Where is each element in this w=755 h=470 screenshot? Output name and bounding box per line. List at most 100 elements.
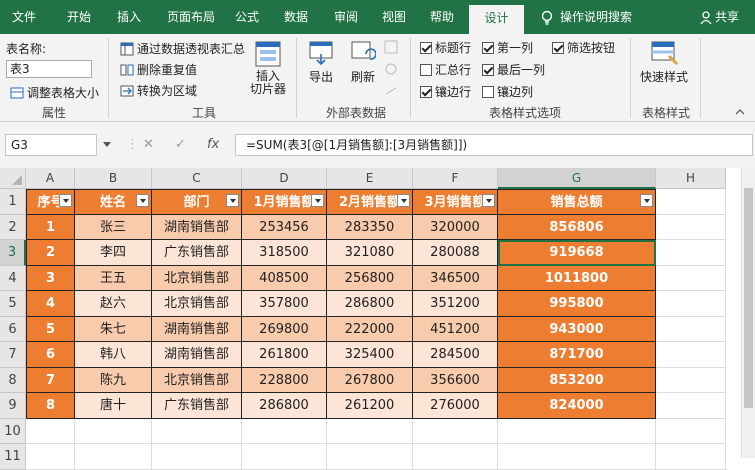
header-row-checkbox[interactable]: 标题行 <box>420 39 471 56</box>
convert-to-range-button[interactable]: 转换为区域 <box>120 82 197 99</box>
row-header-4[interactable]: 4 <box>0 265 26 291</box>
empty-cell[interactable] <box>656 214 726 240</box>
table-cell[interactable]: 356600 <box>413 367 498 393</box>
column-header-h[interactable]: H <box>656 168 726 189</box>
empty-cell[interactable] <box>152 418 242 444</box>
table-cell[interactable]: 张三 <box>75 214 152 240</box>
table-cell[interactable]: 4 <box>26 291 75 317</box>
table-header-cell[interactable]: 3月销售额 <box>413 189 498 215</box>
tab-page-layout[interactable]: 页面布局 <box>158 0 224 34</box>
row-header-3[interactable]: 3 <box>0 240 26 266</box>
table-cell[interactable]: 267800 <box>327 367 413 393</box>
table-cell[interactable]: 北京销售部 <box>152 291 242 317</box>
table-cell[interactable]: 3 <box>26 265 75 291</box>
tab-data[interactable]: 数据 <box>273 0 319 34</box>
properties-icon[interactable] <box>384 40 398 54</box>
enter-icon[interactable]: ✓ <box>175 134 186 156</box>
column-header-c[interactable]: C <box>152 168 242 189</box>
table-cell[interactable]: 6 <box>26 342 75 368</box>
table-cell[interactable]: 261200 <box>327 393 413 419</box>
empty-cell[interactable] <box>656 189 726 215</box>
quick-styles-button[interactable]: 快速样式 <box>640 40 688 85</box>
table-cell[interactable]: 王五 <box>75 265 152 291</box>
table-cell[interactable]: 451200 <box>413 316 498 342</box>
table-cell[interactable]: 韩八 <box>75 342 152 368</box>
tab-home[interactable]: 开始 <box>55 0 103 34</box>
column-header-b[interactable]: B <box>75 168 152 189</box>
empty-cell[interactable] <box>656 265 726 291</box>
filter-dropdown-icon[interactable] <box>136 194 149 207</box>
table-cell[interactable]: 943000 <box>498 316 656 342</box>
row-header-9[interactable]: 9 <box>0 393 26 419</box>
table-cell[interactable]: 256800 <box>327 265 413 291</box>
table-cell[interactable]: 赵六 <box>75 291 152 317</box>
table-cell[interactable]: 408500 <box>242 265 327 291</box>
empty-cell[interactable] <box>242 418 327 444</box>
select-all-corner[interactable] <box>0 168 26 189</box>
tab-design[interactable]: 设计 <box>469 5 524 34</box>
empty-cell[interactable] <box>327 418 413 444</box>
empty-cell[interactable] <box>26 418 75 444</box>
empty-cell[interactable] <box>327 444 413 470</box>
export-button[interactable]: 导出 <box>307 40 335 85</box>
table-cell[interactable]: 325400 <box>327 342 413 368</box>
column-header-a[interactable]: A <box>26 168 75 189</box>
empty-cell[interactable] <box>656 342 726 368</box>
table-cell[interactable]: 253456 <box>242 214 327 240</box>
empty-cell[interactable] <box>152 444 242 470</box>
table-cell[interactable]: 湖南销售部 <box>152 214 242 240</box>
table-header-cell[interactable]: 姓名 <box>75 189 152 215</box>
row-header-6[interactable]: 6 <box>0 316 26 342</box>
tab-view[interactable]: 视图 <box>371 0 417 34</box>
collapse-ribbon-icon[interactable] <box>735 108 745 116</box>
refresh-button[interactable]: 刷新 <box>350 40 376 85</box>
table-cell[interactable]: 北京销售部 <box>152 265 242 291</box>
empty-cell[interactable] <box>413 444 498 470</box>
table-header-cell[interactable]: 2月销售额 <box>327 189 413 215</box>
formula-input[interactable]: =SUM(表3[@[1月销售额]:[3月销售额]]) <box>235 134 753 156</box>
table-cell[interactable]: 824000 <box>498 393 656 419</box>
row-header-5[interactable]: 5 <box>0 291 26 317</box>
table-cell[interactable]: 321080 <box>327 240 413 266</box>
table-cell[interactable]: 346500 <box>413 265 498 291</box>
table-cell[interactable]: 280088 <box>413 240 498 266</box>
table-cell[interactable]: 广东销售部 <box>152 240 242 266</box>
tell-me-search[interactable]: 操作说明搜索 <box>540 0 632 34</box>
row-header-8[interactable]: 8 <box>0 367 26 393</box>
tab-file[interactable]: 文件 <box>0 0 48 34</box>
pivot-summarize-button[interactable]: 通过数据透视表汇总 <box>120 40 245 57</box>
column-header-d[interactable]: D <box>242 168 327 189</box>
table-name-input[interactable]: 表3 <box>6 60 92 78</box>
empty-cell[interactable] <box>75 418 152 444</box>
table-cell[interactable]: 286800 <box>242 393 327 419</box>
insert-slicer-button[interactable]: 插入 切片器 <box>250 40 286 96</box>
table-cell[interactable]: 261800 <box>242 342 327 368</box>
tab-formulas[interactable]: 公式 <box>225 0 269 34</box>
table-cell[interactable]: 5 <box>26 316 75 342</box>
filter-button-checkbox[interactable]: 筛选按钮 <box>552 39 615 56</box>
table-cell[interactable]: 269800 <box>242 316 327 342</box>
empty-cell[interactable] <box>26 444 75 470</box>
empty-cell[interactable] <box>656 418 726 444</box>
tab-review[interactable]: 审阅 <box>323 0 369 34</box>
table-cell[interactable]: 351200 <box>413 291 498 317</box>
filter-dropdown-icon[interactable] <box>59 194 72 207</box>
insert-function-icon[interactable]: fx <box>207 134 219 156</box>
table-cell[interactable]: 871700 <box>498 342 656 368</box>
filter-dropdown-icon[interactable] <box>482 194 495 207</box>
filter-dropdown-icon[interactable] <box>640 194 653 207</box>
row-header-10[interactable]: 10 <box>0 418 26 444</box>
table-cell[interactable]: 7 <box>26 367 75 393</box>
column-header-f[interactable]: F <box>413 168 498 189</box>
banded-rows-checkbox[interactable]: 镶边行 <box>420 83 471 100</box>
table-cell[interactable]: 276000 <box>413 393 498 419</box>
table-cell[interactable]: 318500 <box>242 240 327 266</box>
table-cell[interactable]: 湖南销售部 <box>152 316 242 342</box>
table-cell[interactable]: 唐十 <box>75 393 152 419</box>
filter-dropdown-icon[interactable] <box>311 194 324 207</box>
empty-cell[interactable] <box>75 444 152 470</box>
row-header-2[interactable]: 2 <box>0 214 26 240</box>
name-box[interactable]: G3 <box>5 134 97 156</box>
row-header-1[interactable]: 1 <box>0 189 26 215</box>
table-cell[interactable]: 995800 <box>498 291 656 317</box>
